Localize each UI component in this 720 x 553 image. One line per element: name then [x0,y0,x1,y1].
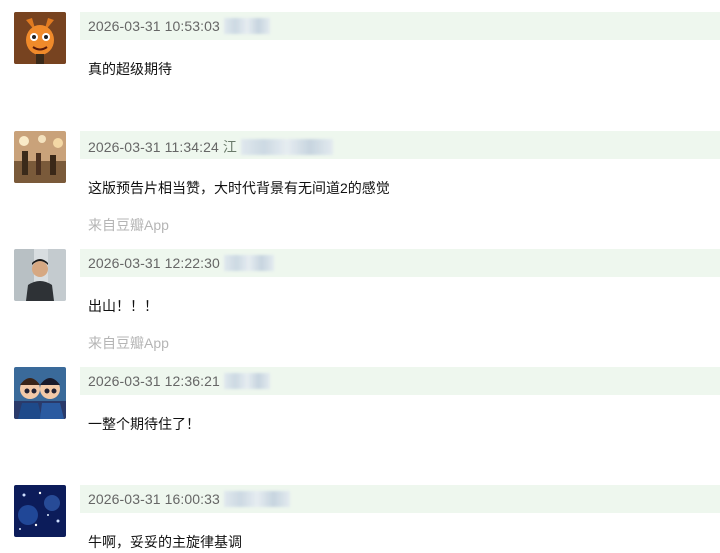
avatar[interactable] [14,249,66,301]
username-fragment[interactable]: 江 [223,139,237,155]
comment-time: 2026-03-31 11:34:24 [88,139,219,155]
comment-content: 一整个期待住了！ [88,416,200,432]
avatar-image [14,131,66,183]
avatar-image [14,12,66,64]
comment-header: 2026-03-31 10:53:03 [80,12,720,40]
comment-content: 这版预告片相当赞，大时代背景有无间道2的感觉 [88,180,390,196]
avatar[interactable] [14,485,66,537]
comment-meta: 2026-03-31 11:34:24 江 [88,137,333,157]
blurred-username[interactable] [223,373,270,389]
comment-header: 2026-03-31 12:36:21 [80,367,720,395]
comment-header: 2026-03-31 12:22:30 [80,249,720,277]
comment-meta: 2026-03-31 12:22:30 [88,255,274,271]
blurred-username[interactable] [223,491,290,507]
comment-time: 2026-03-31 16:00:33 [88,491,220,507]
comment-time: 2026-03-31 10:53:03 [88,18,220,34]
avatar-image [14,485,66,537]
avatar[interactable] [14,12,66,64]
blurred-username[interactable] [223,18,270,34]
avatar[interactable] [14,367,66,419]
comment-header: 2026-03-31 16:00:33 [80,485,720,513]
comment-meta: 2026-03-31 12:36:21 [88,373,270,389]
comment-header: 2026-03-31 11:34:24 江 [80,131,720,159]
comment-time: 2026-03-31 12:36:21 [88,373,220,389]
comment-time: 2026-03-31 12:22:30 [88,255,220,271]
comment-content: 出山！！！ [88,298,158,314]
comment-meta: 2026-03-31 16:00:33 [88,491,290,507]
comment-content: 真的超级期待 [88,61,172,77]
blurred-username[interactable] [240,139,333,155]
avatar-image [14,367,66,419]
comment-source: 来自豆瓣App [88,217,169,233]
avatar[interactable] [14,131,66,183]
blurred-username[interactable] [223,255,274,271]
comment-source: 来自豆瓣App [88,335,169,351]
avatar-image [14,249,66,301]
comment-meta: 2026-03-31 10:53:03 [88,18,270,34]
comment-content: 牛啊，妥妥的主旋律基调 [88,534,242,550]
